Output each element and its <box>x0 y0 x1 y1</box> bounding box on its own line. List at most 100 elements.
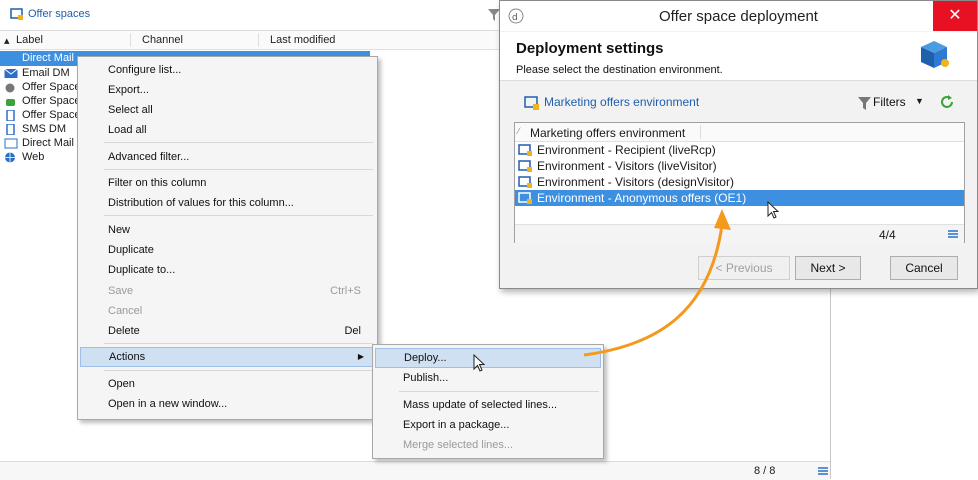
menu-load-all[interactable]: Load all <box>80 120 375 140</box>
menu-merge-lines: Merge selected lines... <box>403 439 514 451</box>
mouse-cursor-icon <box>767 201 780 219</box>
deployment-cube-icon <box>921 41 949 68</box>
menu-separator <box>104 370 373 371</box>
environment-icon <box>524 96 539 110</box>
list-item[interactable]: Email DM <box>4 66 70 80</box>
mouse-cursor-icon <box>473 354 486 372</box>
close-icon[interactable]: ✕ <box>933 1 977 31</box>
list-title[interactable]: Offer spaces <box>28 8 90 20</box>
dialog-title: Offer space deployment <box>659 8 818 25</box>
list-item[interactable]: Web <box>4 150 44 164</box>
environment-icon <box>518 192 532 204</box>
menu-actions[interactable]: Actions ▶ <box>80 347 375 367</box>
menu-separator <box>104 169 373 170</box>
menu-advanced-filter[interactable]: Advanced filter... <box>80 147 375 167</box>
environment-icon <box>518 160 532 172</box>
menu-open-new-window[interactable]: Open in a new window... <box>80 394 375 414</box>
previous-button: < Previous <box>698 256 790 280</box>
dialog-heading: Deployment settings <box>516 40 664 57</box>
menu-separator <box>104 215 373 216</box>
menu-save: Save Ctrl+S <box>108 285 361 297</box>
status-bar: 8 / 8 <box>0 461 830 480</box>
menu-cancel: Cancel <box>108 305 143 317</box>
email-icon <box>4 68 18 78</box>
direct-mail-icon <box>4 138 18 149</box>
environment-grid: ⁄ Marketing offers environment Environme… <box>514 122 965 243</box>
row-label: Direct Mail <box>22 137 74 149</box>
list-item[interactable]: Offer Space <box>4 80 81 94</box>
direct-mail-icon <box>4 53 18 64</box>
chevron-down-icon[interactable]: ▼ <box>915 96 924 106</box>
list-menu-icon[interactable] <box>948 229 958 239</box>
column-last-modified[interactable]: Last modified <box>270 34 335 46</box>
row-label: Email DM <box>22 67 70 79</box>
next-button[interactable]: Next > <box>795 256 861 280</box>
dialog-titlebar: d Offer space deployment ✕ <box>500 1 977 31</box>
environment-icon <box>518 176 532 188</box>
menu-new[interactable]: New <box>80 220 375 240</box>
android-icon <box>6 98 15 106</box>
environment-link[interactable]: Marketing offers environment <box>544 95 699 109</box>
menu-mass-update[interactable]: Mass update of selected lines... <box>375 395 601 415</box>
sort-arrow-icon: ▴ <box>4 35 10 47</box>
refresh-icon[interactable] <box>939 94 955 110</box>
grid-header: ⁄ Marketing offers environment <box>515 123 964 142</box>
cancel-button[interactable]: Cancel <box>890 256 958 280</box>
list-item[interactable]: Offer Space <box>4 94 81 108</box>
grid-count: 4/4 <box>879 228 896 242</box>
globe-icon <box>5 152 15 163</box>
menu-publish[interactable]: Publish... <box>375 368 601 388</box>
row-label: Offer Space <box>22 109 81 121</box>
dialog-subheading: Please select the destination environmen… <box>516 64 723 76</box>
row-label: Offer Space <box>22 81 81 93</box>
menu-duplicate-to[interactable]: Duplicate to... <box>80 260 375 280</box>
menu-delete[interactable]: Delete Del <box>80 321 375 341</box>
list-item[interactable]: Direct Mail <box>4 51 74 65</box>
list-menu-icon[interactable] <box>818 466 828 476</box>
environment-icon <box>518 144 532 156</box>
row-label: SMS DM <box>22 123 66 135</box>
actions-submenu: Deploy... Publish... Mass update of sele… <box>372 344 604 459</box>
row-label: Offer Space <box>22 95 81 107</box>
list-item[interactable]: Direct Mail <box>4 136 74 150</box>
menu-separator <box>104 142 373 143</box>
apple-icon <box>5 83 15 93</box>
menu-distribution[interactable]: Distribution of values for this column..… <box>80 193 375 213</box>
list-item[interactable]: Offer Space <box>4 108 81 122</box>
dialog-header: Deployment settings Please select the de… <box>500 32 977 81</box>
mobile-icon <box>6 109 15 121</box>
menu-configure-list[interactable]: Configure list... <box>80 60 375 80</box>
offer-space-icon <box>10 8 23 20</box>
menu-duplicate[interactable]: Duplicate <box>80 240 375 260</box>
menu-filter-column[interactable]: Filter on this column <box>80 173 375 193</box>
context-menu: Configure list... Export... Select all L… <box>77 56 378 420</box>
row-label: Direct Mail <box>22 52 74 64</box>
filter-icon[interactable] <box>858 97 871 110</box>
deployment-dialog: d Offer space deployment ✕ Deployment se… <box>499 0 978 289</box>
grid-row[interactable]: Environment - Visitors (designVisitor) <box>515 174 964 190</box>
menu-separator <box>104 343 373 344</box>
column-divider <box>258 33 259 47</box>
sort-arrow-icon: ⁄ <box>518 126 520 136</box>
grid-row-selected[interactable]: Environment - Anonymous offers (OE1) <box>515 190 964 206</box>
sms-icon <box>6 123 15 135</box>
column-channel[interactable]: Channel <box>142 34 183 46</box>
row-label: Web <box>22 151 45 163</box>
filters-button[interactable]: Filters <box>873 95 906 109</box>
grid-row[interactable]: Environment - Recipient (liveRcp) <box>515 142 964 158</box>
menu-separator <box>399 391 599 392</box>
menu-select-all[interactable]: Select all <box>80 100 375 120</box>
list-item[interactable]: SMS DM <box>4 122 66 136</box>
submenu-arrow-icon: ▶ <box>357 352 364 361</box>
environment-bar: Marketing offers environment Filters ▼ <box>516 91 961 113</box>
record-count: 8 / 8 <box>754 465 776 477</box>
column-label[interactable]: Label <box>16 34 43 46</box>
grid-row[interactable]: Environment - Visitors (liveVisitor) <box>515 158 964 174</box>
menu-export-package[interactable]: Export in a package... <box>375 415 601 435</box>
menu-export[interactable]: Export... <box>80 80 375 100</box>
grid-column-header[interactable]: Marketing offers environment <box>530 126 685 140</box>
grid-status-bar: 4/4 <box>515 224 964 243</box>
column-divider <box>700 125 701 139</box>
menu-open[interactable]: Open <box>80 374 375 394</box>
menu-deploy[interactable]: Deploy... <box>375 348 601 368</box>
